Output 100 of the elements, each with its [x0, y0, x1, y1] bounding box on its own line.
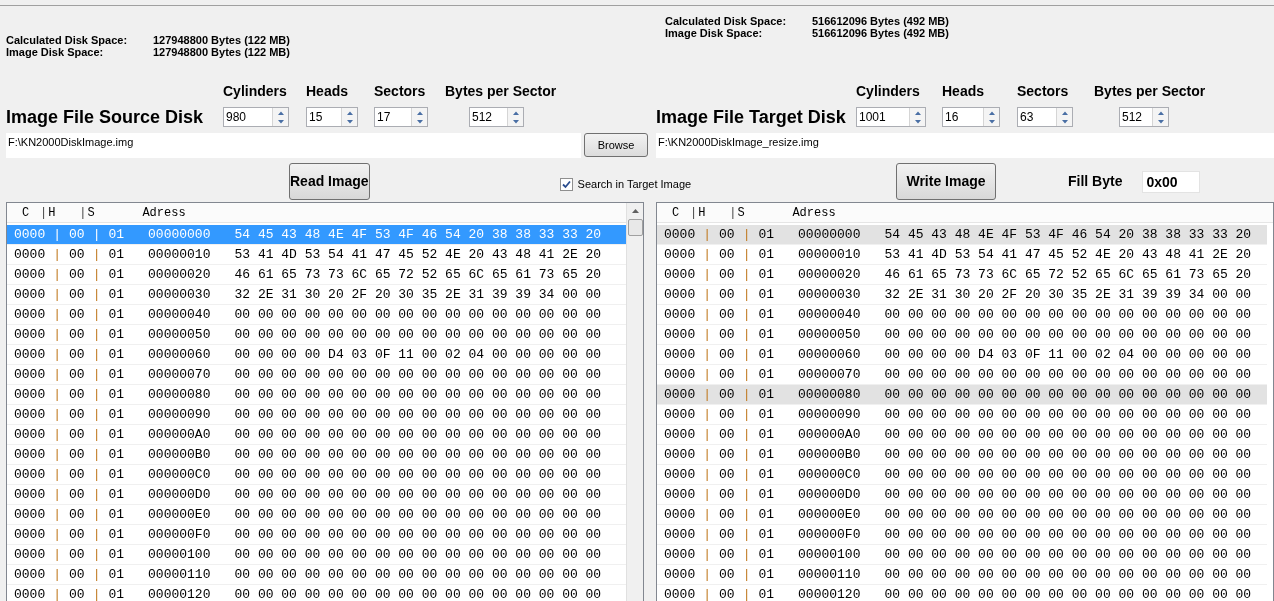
table-cell-text: 0000: [14, 225, 46, 244]
hex-row[interactable]: 0000 | 00 | 01 00000080 00 00 00 00 00 00 00 00 00 00 00 00 00 00 00 00: [7, 385, 626, 405]
table-cell-text: 00: [719, 325, 735, 344]
hex-row[interactable]: 0000 | 00 | 01 000000E0 00 00 00 00 00 00 00 00 00 00 00 00 00 00 00 00: [7, 505, 626, 525]
hex-row[interactable]: 0000 | 00 | 01 000000C0 00 00 00 00 00 00 00 00 00 00 00 00 00 00 00 00: [7, 465, 626, 485]
hex-row[interactable]: 0000 | 00 | 01 00000110 00 00 00 00 00 00 00 00 00 00 00 00 00 00 00 00: [7, 565, 626, 585]
scrollbar[interactable]: [626, 203, 643, 601]
hex-row[interactable]: 0000 | 00 | 01 000000E0 00 00 00 00 00 00 00 00 00 00 00 00 00 00 00 00: [657, 505, 1267, 525]
column-separator: |: [742, 225, 751, 244]
table-cell-text: 000000A0: [798, 425, 861, 444]
spin-arrows-icon[interactable]: [507, 108, 523, 126]
spin-arrows-icon[interactable]: [1152, 108, 1168, 126]
table-cell-text: 00 00 00 00 00 00 00 00 00 00 00 00 00 00 00 00: [884, 405, 1252, 424]
column-separator: |: [53, 345, 62, 364]
spin-arrows-icon[interactable]: [983, 108, 999, 126]
hex-row[interactable]: 0000 | 00 | 01 00000030 32 2E 31 30 20 2F 20 30 35 2E 31 39 39 34 00 00: [7, 285, 626, 305]
table-cell-text: 00: [719, 225, 735, 244]
table-cell-text: 00 00 00 00 00 00 00 00 00 00 00 00 00 00 00 00: [234, 365, 602, 384]
hex-row[interactable]: 0000 | 00 | 01 00000010 53 41 4D 53 54 41 47 45 52 4E 20 43 48 41 2E 20: [7, 245, 626, 265]
table-cell-text: 00: [719, 445, 735, 464]
table-cell-text: 01: [108, 305, 125, 324]
hex-row[interactable]: 0000 | 00 | 01 00000070 00 00 00 00 00 00 00 00 00 00 00 00 00 00 00 00: [7, 365, 626, 385]
field-label: Sectors: [374, 83, 427, 100]
number-field[interactable]: 512: [469, 107, 524, 127]
hex-row[interactable]: 0000 | 00 | 01 00000020 46 61 65 73 73 6C 65 72 52 65 6C 65 61 73 65 20: [657, 265, 1267, 285]
table-cell-text: 01: [108, 565, 125, 584]
path-field[interactable]: F:\KN2000DiskImage.img: [6, 133, 581, 158]
checkbox[interactable]: [559, 177, 573, 191]
disk-space-label: Calculated Disk Space:: [6, 34, 129, 46]
hex-row[interactable]: 0000 | 00 | 01 00000090 00 00 00 00 00 00 00 00 00 00 00 00 00 00 00 00: [7, 405, 626, 425]
column-header[interactable]: H: [697, 203, 730, 222]
scroll-thumb[interactable]: [627, 219, 643, 236]
hex-row[interactable]: 0000 | 00 | 01 00000040 00 00 00 00 00 00 00 00 00 00 00 00 00 00 00 00: [7, 305, 626, 325]
column-header[interactable]: Adress: [142, 203, 186, 222]
spin-arrows-icon[interactable]: [272, 108, 288, 126]
column-header[interactable]: C: [22, 203, 40, 222]
table-cell-text: 0000: [664, 565, 696, 584]
hex-row[interactable]: 0000 | 00 | 01 00000060 00 00 00 00 D4 03 0F 11 00 02 04 00 00 00 00 00: [7, 345, 626, 365]
column-header[interactable]: C: [672, 203, 690, 222]
spin-arrows-icon[interactable]: [341, 108, 357, 126]
number-field[interactable]: 15: [306, 107, 358, 127]
spin-arrows-icon[interactable]: [1056, 108, 1072, 126]
column-header[interactable]: S: [86, 203, 143, 222]
hex-row[interactable]: 0000 | 00 | 01 00000060 00 00 00 00 D4 03 0F 11 00 02 04 00 00 00 00 00: [657, 345, 1267, 365]
number-field[interactable]: 17: [374, 107, 428, 127]
column-separator: |: [703, 385, 712, 404]
table-cell-text: 01: [758, 305, 775, 324]
column-separator: |: [53, 365, 62, 384]
hex-row[interactable]: 0000 | 00 | 01 00000050 00 00 00 00 00 00 00 00 00 00 00 00 00 00 00 00: [657, 325, 1267, 345]
spin-arrows-icon[interactable]: [909, 108, 925, 126]
browse-button[interactable]: Browse: [584, 133, 648, 157]
hex-row[interactable]: 0000 | 00 | 01 000000F0 00 00 00 00 00 00 00 00 00 00 00 00 00 00 00 00: [7, 525, 626, 545]
column-separator: |: [92, 305, 101, 324]
fill-byte-field[interactable]: 0x00: [1142, 170, 1201, 193]
hex-row[interactable]: 0000 | 00 | 01 00000100 00 00 00 00 00 00 00 00 00 00 00 00 00 00 00 00: [7, 545, 626, 565]
hex-row[interactable]: 0000 | 00 | 01 000000B0 00 00 00 00 00 00 00 00 00 00 00 00 00 00 00 00: [7, 445, 626, 465]
hex-row[interactable]: 0000 | 00 | 01 000000D0 00 00 00 00 00 00 00 00 00 00 00 00 00 00 00 00: [7, 485, 626, 505]
table-cell-text: 00: [69, 405, 85, 424]
hex-row[interactable]: 0000 | 00 | 01 000000C0 00 00 00 00 00 00 00 00 00 00 00 00 00 00 00 00: [657, 465, 1267, 485]
number-field[interactable]: 980: [223, 107, 289, 127]
column-header[interactable]: H: [47, 203, 80, 222]
action-button[interactable]: Write Image: [896, 163, 996, 200]
column-header[interactable]: S: [736, 203, 793, 222]
number-field[interactable]: 1001: [856, 107, 926, 127]
table-cell-text: 0000: [664, 345, 696, 364]
table-cell-text: 01: [108, 445, 125, 464]
path-field[interactable]: F:\KN2000DiskImage_resize.img: [656, 133, 1274, 158]
column-separator: |: [53, 525, 62, 544]
hex-row[interactable]: 0000 | 00 | 01 00000040 00 00 00 00 00 00 00 00 00 00 00 00 00 00 00 00: [657, 305, 1267, 325]
table-cell-text: 0000: [664, 385, 696, 404]
hex-row[interactable]: 0000 | 00 | 01 00000090 00 00 00 00 00 00 00 00 00 00 00 00 00 00 00 00: [657, 405, 1267, 425]
number-field[interactable]: 63: [1017, 107, 1073, 127]
column-separator: |: [703, 365, 712, 384]
hex-row[interactable]: 0000 | 00 | 01 000000D0 00 00 00 00 00 00 00 00 00 00 00 00 00 00 00 00: [657, 485, 1267, 505]
hex-row[interactable]: 0000 | 00 | 01 00000100 00 00 00 00 00 00 00 00 00 00 00 00 00 00 00 00: [657, 545, 1267, 565]
hex-row[interactable]: 0000 | 00 | 01 00000050 00 00 00 00 00 00 00 00 00 00 00 00 00 00 00 00: [7, 325, 626, 345]
column-separator: |: [703, 505, 712, 524]
hex-row[interactable]: 0000 | 00 | 01 000000A0 00 00 00 00 00 00 00 00 00 00 00 00 00 00 00 00: [657, 425, 1267, 445]
number-field[interactable]: 16: [942, 107, 1000, 127]
hex-row[interactable]: 0000 | 00 | 01 00000030 32 2E 31 30 20 2F 20 30 35 2E 31 39 39 34 00 00: [657, 285, 1267, 305]
hex-row[interactable]: 0000 | 00 | 01 00000080 00 00 00 00 00 00 00 00 00 00 00 00 00 00 00 00: [657, 385, 1267, 405]
spin-arrows-icon[interactable]: [411, 108, 427, 126]
hex-row[interactable]: 0000 | 00 | 01 000000B0 00 00 00 00 00 00 00 00 00 00 00 00 00 00 00 00: [657, 445, 1267, 465]
action-button[interactable]: Read Image: [289, 163, 370, 200]
table-cell-text: 00 00 00 00 D4 03 0F 11 00 02 04 00 00 00 00 00: [884, 345, 1252, 364]
hex-row[interactable]: 0000 | 00 | 01 00000110 00 00 00 00 00 00 00 00 00 00 00 00 00 00 00 00: [657, 565, 1267, 585]
column-separator: |: [742, 245, 751, 264]
column-separator: |: [703, 445, 712, 464]
hex-row[interactable]: 0000 | 00 | 01 000000A0 00 00 00 00 00 00 00 00 00 00 00 00 00 00 00 00: [7, 425, 626, 445]
table-cell-text: 01: [108, 285, 125, 304]
hex-row[interactable]: 0000 | 00 | 01 00000020 46 61 65 73 73 6C 65 72 52 65 6C 65 61 73 65 20: [7, 265, 626, 285]
hex-row[interactable]: 0000 | 00 | 01 00000000 54 45 43 48 4E 4F 53 4F 46 54 20 38 38 33 33 20: [657, 225, 1267, 245]
hex-row[interactable]: 0000 | 00 | 01 00000120 00 00 00 00 00 00 00 00 00 00 00 00 00 00 00 00: [657, 585, 1267, 601]
number-field[interactable]: 512: [1119, 107, 1169, 127]
table-cell-text: 01: [758, 525, 775, 544]
hex-row[interactable]: 0000 | 00 | 01 000000F0 00 00 00 00 00 00 00 00 00 00 00 00 00 00 00 00: [657, 525, 1267, 545]
table-cell-text: 00: [719, 365, 735, 384]
table-cell-text: 0000: [14, 285, 46, 304]
column-header[interactable]: Adress: [792, 203, 836, 222]
hex-row[interactable]: 0000 | 00 | 01 00000010 53 41 4D 53 54 41 47 45 52 4E 20 43 48 41 2E 20: [657, 245, 1267, 265]
